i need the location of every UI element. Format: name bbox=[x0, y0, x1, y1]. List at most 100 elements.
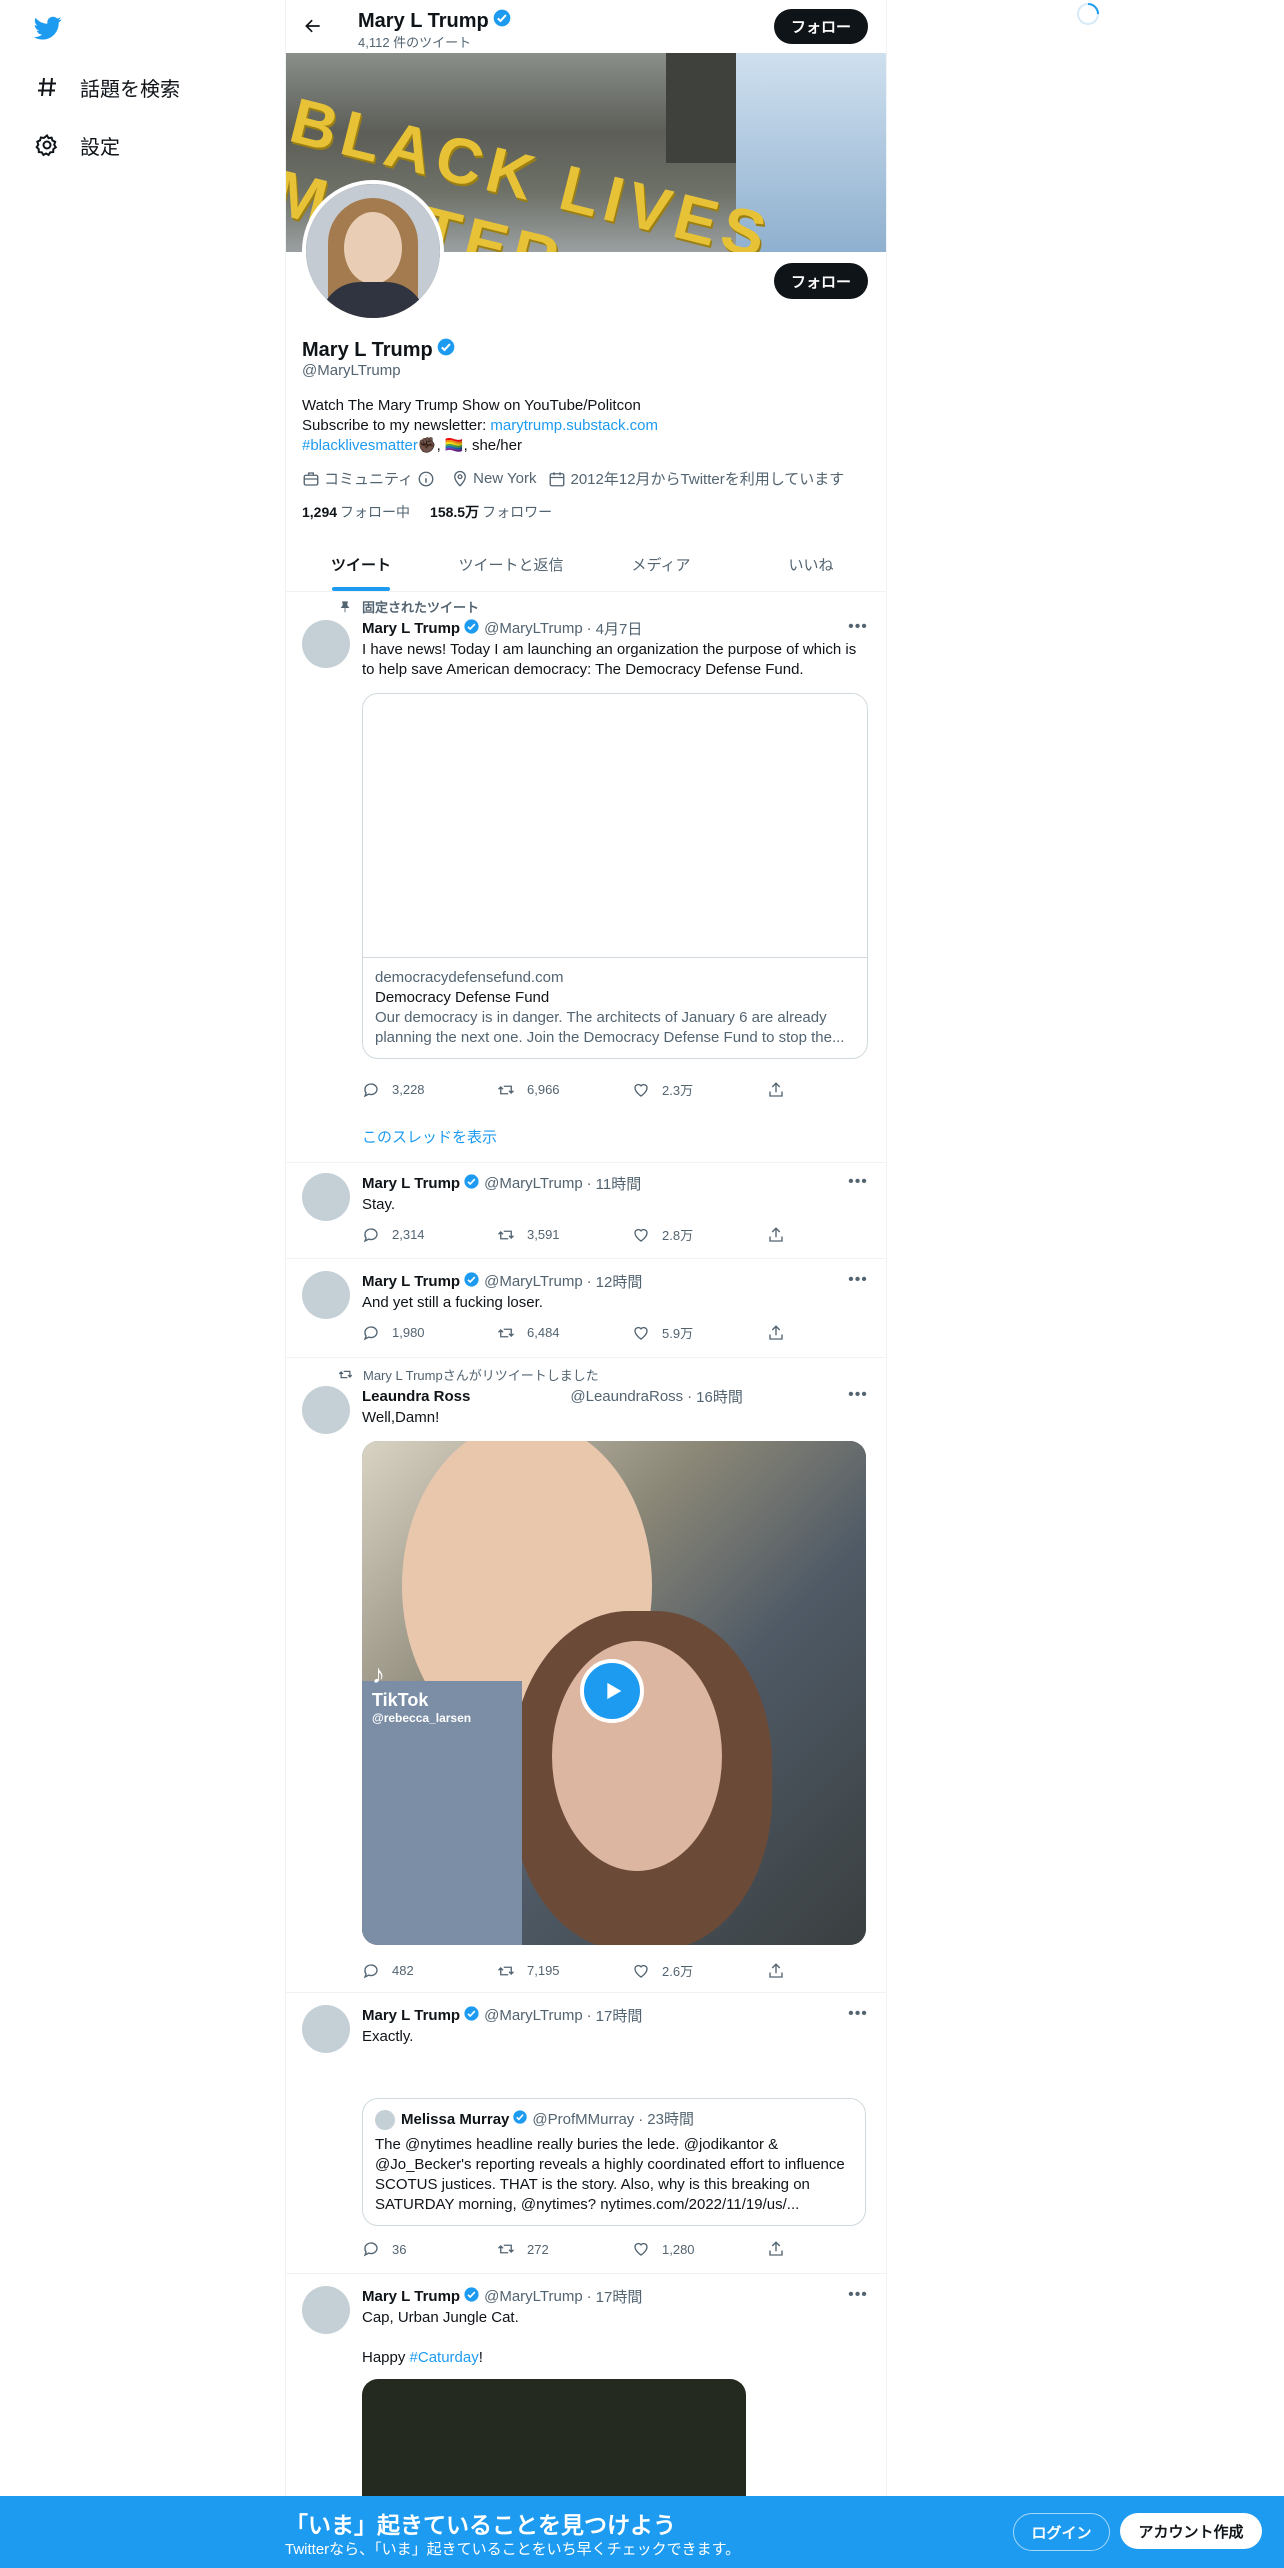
tweet-author-handle[interactable]: @MaryLTrump bbox=[484, 2288, 583, 2305]
like-button[interactable]: 2.8万 bbox=[632, 1225, 767, 1244]
tweet-author-name[interactable]: Mary L Trump bbox=[362, 620, 460, 637]
bio-pronouns: , she/her bbox=[463, 437, 522, 454]
link-card[interactable]: democracydefensefund.com Democracy Defen… bbox=[362, 693, 868, 1059]
briefcase-icon bbox=[303, 471, 319, 486]
rainbow-flag-emoji: 🏳️‍🌈 bbox=[444, 437, 464, 454]
avatar[interactable] bbox=[302, 2286, 350, 2334]
reply-button[interactable]: 36 bbox=[362, 2240, 497, 2258]
share-button[interactable] bbox=[767, 1961, 797, 1980]
back-button[interactable] bbox=[300, 13, 326, 39]
play-button-icon[interactable] bbox=[580, 1659, 644, 1723]
like-button[interactable]: 2.3万 bbox=[632, 1080, 767, 1099]
reply-button[interactable]: 482 bbox=[362, 1961, 497, 1980]
avatar[interactable] bbox=[302, 2005, 350, 2053]
retweet-button[interactable]: 272 bbox=[497, 2240, 632, 2258]
hashtag-link[interactable]: #Caturday bbox=[410, 2349, 479, 2366]
tweet-author-handle[interactable]: @MaryLTrump bbox=[484, 1273, 583, 1290]
tweet-author-name[interactable]: Mary L Trump bbox=[362, 2288, 460, 2305]
tweet-quote[interactable]: Mary L Trump @MaryLTrump · 17時間 ••• Exac… bbox=[286, 1993, 886, 2274]
tweet-time[interactable]: 4月7日 bbox=[596, 618, 643, 639]
profile-bio: Watch The Mary Trump Show on YouTube/Pol… bbox=[302, 396, 862, 456]
more-options-icon[interactable]: ••• bbox=[846, 2286, 870, 2306]
tweet-time[interactable]: 11時間 bbox=[596, 1173, 642, 1194]
tab-tweets-and-replies[interactable]: ツイートと返信 bbox=[436, 538, 586, 591]
login-button[interactable]: ログイン bbox=[1013, 2513, 1110, 2551]
more-options-icon[interactable]: ••• bbox=[846, 1173, 870, 1193]
profile-follow-button[interactable]: フォロー bbox=[774, 263, 868, 299]
retweet-button[interactable]: 6,966 bbox=[497, 1080, 632, 1099]
following-link[interactable]: 1,294 フォロー中 bbox=[302, 502, 410, 522]
tweet-pinned[interactable]: 固定されたツイート Mary L Trump @MaryLTrump · 4月7… bbox=[286, 592, 886, 1163]
reply-button[interactable]: 3,228 bbox=[362, 1080, 497, 1099]
more-options-icon[interactable]: ••• bbox=[846, 618, 870, 638]
bio-newsletter-link[interactable]: marytrump.substack.com bbox=[490, 417, 658, 434]
verified-badge-icon bbox=[463, 618, 480, 639]
show-thread-link[interactable]: このスレッドを表示 bbox=[362, 1126, 497, 1147]
more-options-icon[interactable]: ••• bbox=[846, 1271, 870, 1291]
tweet[interactable]: Mary L Trump @MaryLTrump · 11時間 ••• Stay… bbox=[286, 1163, 886, 1259]
info-icon[interactable] bbox=[417, 470, 435, 488]
header-name: Mary L Trump bbox=[358, 8, 512, 34]
share-button[interactable] bbox=[767, 2240, 797, 2258]
like-button[interactable]: 1,280 bbox=[632, 2240, 767, 2258]
quoted-tweet[interactable]: Melissa Murray @ProfMMurray · 23時間 The @… bbox=[362, 2098, 866, 2226]
tweet-author-handle[interactable]: @LeaundraRoss bbox=[570, 1388, 683, 1405]
tweet[interactable]: Mary L Trump @MaryLTrump · 12時間 ••• And … bbox=[286, 1259, 886, 1358]
avatar[interactable] bbox=[302, 1173, 350, 1221]
tweet-header: Mary L Trump @MaryLTrump · 11時間 bbox=[362, 1173, 641, 1194]
signup-button[interactable]: アカウント作成 bbox=[1120, 2513, 1262, 2549]
tweet-time[interactable]: 12時間 bbox=[596, 1271, 643, 1292]
tweet-time[interactable]: 17時間 bbox=[596, 2005, 643, 2026]
nav-explore-label: 話題を検索 bbox=[80, 78, 180, 101]
pin-icon bbox=[340, 600, 350, 612]
avatar[interactable] bbox=[302, 1271, 350, 1319]
avatar[interactable] bbox=[302, 1386, 350, 1434]
quoted-author-handle: @ProfMMurray bbox=[532, 2111, 635, 2128]
nav-explore[interactable]: 話題を検索 bbox=[34, 67, 180, 107]
card-domain: democracydefensefund.com bbox=[375, 969, 564, 986]
reply-button[interactable]: 2,314 bbox=[362, 1225, 497, 1244]
tweet-actions: 1,980 6,484 5.9万 bbox=[362, 1323, 802, 1342]
retweet-button[interactable]: 7,195 bbox=[497, 1961, 632, 1980]
video-player[interactable]: ♪ TikTok @rebecca_larsen bbox=[362, 1441, 866, 1945]
tweet-author-name[interactable]: Leaundra Ross bbox=[362, 1388, 470, 1405]
share-button[interactable] bbox=[767, 1323, 797, 1342]
tweet-author-name[interactable]: Mary L Trump bbox=[362, 1273, 460, 1290]
like-button[interactable]: 2.6万 bbox=[632, 1961, 767, 1980]
tweet-author-name[interactable]: Mary L Trump bbox=[362, 1175, 460, 1192]
profile-avatar[interactable] bbox=[302, 180, 444, 322]
tab-media[interactable]: メディア bbox=[586, 538, 736, 591]
twitter-logo-icon[interactable] bbox=[32, 14, 64, 42]
share-button[interactable] bbox=[767, 1080, 797, 1099]
tweet-retweeted[interactable]: Mary L Trumpさんがリツイートしました Leaundra Ross @… bbox=[286, 1358, 886, 1993]
tweet-header: Mary L Trump @MaryLTrump · 12時間 bbox=[362, 1271, 642, 1292]
tweet-time[interactable]: 16時間 bbox=[696, 1386, 743, 1407]
tab-tweets[interactable]: ツイート bbox=[286, 538, 436, 591]
quoted-tweet-header: Melissa Murray @ProfMMurray · 23時間 bbox=[375, 2109, 853, 2131]
more-options-icon[interactable]: ••• bbox=[846, 2005, 870, 2025]
followers-link[interactable]: 158.5万 フォロワー bbox=[430, 502, 552, 522]
tweet-author-handle[interactable]: @MaryLTrump bbox=[484, 620, 583, 637]
bio-hashtag-link[interactable]: #blacklivesmatter bbox=[302, 437, 418, 454]
avatar[interactable] bbox=[302, 620, 350, 668]
tweet-author-name[interactable]: Mary L Trump bbox=[362, 2007, 460, 2024]
quoted-avatar bbox=[375, 2110, 395, 2130]
calendar-icon bbox=[550, 471, 565, 486]
tweet-text: Cap, Urban Jungle Cat. bbox=[362, 2309, 519, 2326]
share-button[interactable] bbox=[767, 1225, 797, 1244]
retweet-button[interactable]: 6,484 bbox=[497, 1323, 632, 1342]
like-button[interactable]: 5.9万 bbox=[632, 1323, 767, 1342]
tweet-author-handle[interactable]: @MaryLTrump bbox=[484, 2007, 583, 2024]
more-options-icon[interactable]: ••• bbox=[846, 1386, 870, 1406]
bottom-bar-subtitle: Twitterなら、「いま」起きていることをいち早くチェックできます。 bbox=[285, 2541, 741, 2558]
header-follow-button[interactable]: フォロー bbox=[774, 9, 868, 44]
retweet-context-text[interactable]: Mary L Trumpさんがリツイートしました bbox=[363, 1365, 599, 1384]
nav-settings[interactable]: 設定 bbox=[34, 125, 120, 165]
reply-count: 3,228 bbox=[392, 1082, 425, 1097]
reply-button[interactable]: 1,980 bbox=[362, 1323, 497, 1342]
tweet-time[interactable]: 17時間 bbox=[596, 2286, 643, 2307]
retweet-button[interactable]: 3,591 bbox=[497, 1225, 632, 1244]
tweet-author-handle[interactable]: @MaryLTrump bbox=[484, 1175, 583, 1192]
retweet-count: 6,484 bbox=[527, 1325, 560, 1340]
tab-likes[interactable]: いいね bbox=[736, 538, 886, 591]
